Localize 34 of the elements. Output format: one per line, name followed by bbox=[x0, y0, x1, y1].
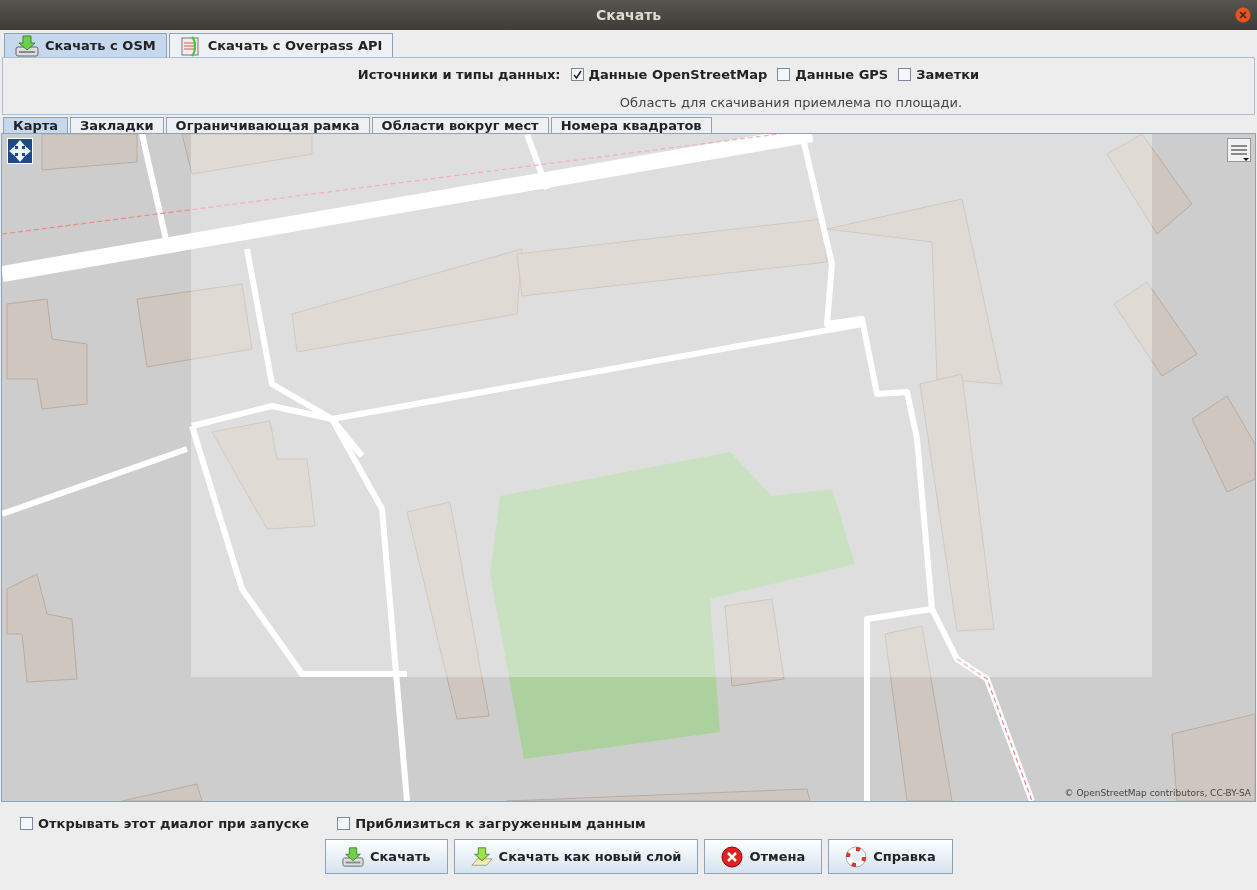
checkbox[interactable] bbox=[337, 816, 351, 830]
download-tray-icon bbox=[15, 34, 39, 57]
checkbox[interactable] bbox=[777, 68, 791, 81]
checkbox-label: Приблизиться к загруженным данным bbox=[355, 815, 646, 831]
download-sheet-icon bbox=[470, 845, 493, 868]
checkbox[interactable] bbox=[570, 68, 584, 81]
source-tab[interactable]: Скачать с Overpass API bbox=[168, 33, 394, 57]
help-button[interactable]: Справка bbox=[828, 839, 953, 874]
download-tray-icon bbox=[342, 845, 364, 868]
download-button[interactable]: Скачать bbox=[325, 839, 448, 874]
map-attribution: © OpenStreetMap contributors, CC-BY-SA bbox=[1064, 788, 1251, 798]
cancel-button[interactable]: Отмена bbox=[704, 839, 823, 874]
checkbox-label: Данные GPS bbox=[795, 67, 889, 82]
sources-label: Источники и типы данных: bbox=[357, 67, 561, 82]
download-button[interactable]: Скачать как новый слой bbox=[453, 839, 699, 874]
map-tab[interactable]: Закладки bbox=[70, 117, 164, 133]
lifebuoy-icon bbox=[845, 845, 868, 868]
checkbox-label: Данные OpenStreetMap bbox=[588, 67, 768, 82]
map-tab[interactable]: Карта bbox=[3, 117, 68, 133]
checkbox-label: Заметки bbox=[916, 67, 980, 82]
map-tab[interactable]: Номера квадратов bbox=[550, 117, 712, 133]
checkbox[interactable] bbox=[20, 816, 33, 830]
area-status-text: Область для скачивания приемлема по площади. bbox=[619, 95, 963, 110]
zoom-extent-icon[interactable] bbox=[7, 138, 33, 164]
window-title: Скачать bbox=[595, 7, 662, 23]
cancel-icon bbox=[721, 845, 744, 868]
checkbox-label: Открывать этот диалог при запуске bbox=[38, 815, 310, 831]
document-icon bbox=[179, 34, 202, 57]
checkbox[interactable] bbox=[898, 68, 912, 81]
layers-icon[interactable] bbox=[1227, 138, 1251, 162]
close-icon[interactable] bbox=[1235, 7, 1251, 23]
map-tab[interactable]: Ограничивающая рамка bbox=[165, 117, 370, 133]
map-tab[interactable]: Области вокруг мест bbox=[371, 117, 549, 133]
source-tab[interactable]: Скачать с OSM bbox=[4, 33, 167, 57]
